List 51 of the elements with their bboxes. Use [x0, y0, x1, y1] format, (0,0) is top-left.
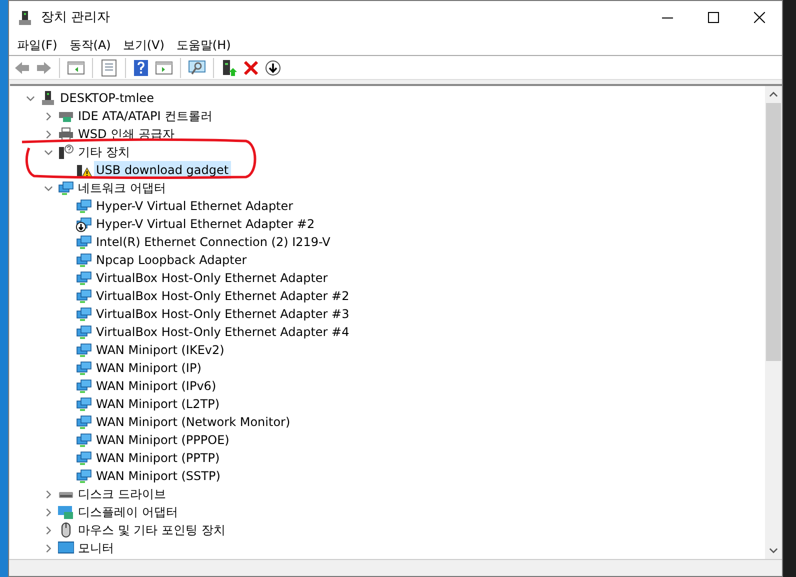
tree-item[interactable]: 디스크 드라이브 — [76, 485, 168, 503]
tree-item[interactable]: DESKTOP-tmlee — [58, 89, 156, 107]
menu-item[interactable]: 동작(A) — [63, 34, 117, 54]
tree-item[interactable]: Npcap Loopback Adapter — [94, 251, 249, 269]
expand-chevron-icon[interactable] — [44, 544, 52, 552]
tree-item[interactable]: VirtualBox Host-Only Ethernet Adapter #2 — [94, 287, 352, 305]
expand-chevron-icon[interactable] — [44, 526, 52, 534]
tree-item[interactable]: VirtualBox Host-Only Ethernet Adapter #3 — [94, 305, 352, 323]
tree-item[interactable]: 마우스 및 기타 포인팅 장치 — [76, 521, 228, 539]
collapse-chevron-icon[interactable] — [44, 148, 52, 156]
scrollbar-thumb[interactable] — [766, 103, 781, 361]
tree-item[interactable]: 디스플레이 어댑터 — [76, 503, 180, 521]
tree-item[interactable]: Intel(R) Ethernet Connection (2) I219-V — [94, 233, 332, 251]
monitor-icon — [58, 540, 74, 556]
printer-icon — [58, 126, 74, 142]
expand-chevron-icon[interactable] — [44, 112, 52, 120]
tree-item[interactable]: WAN Miniport (IKEv2) — [94, 341, 226, 359]
display-adapter-icon — [58, 504, 74, 520]
tree-item[interactable]: IDE ATA/ATAPI 컨트롤러 — [76, 107, 215, 125]
tree-item[interactable]: WAN Miniport (IP) — [94, 359, 204, 377]
tree-item[interactable]: WAN Miniport (L2TP) — [94, 395, 222, 413]
vertical-scrollbar[interactable] — [765, 86, 782, 559]
unknown-device-icon — [58, 144, 74, 160]
menu-item[interactable]: 파일(F) — [11, 34, 64, 54]
warning-device-icon — [76, 162, 92, 178]
tree-item[interactable]: 모니터 — [76, 539, 116, 557]
collapse-chevron-icon[interactable] — [26, 94, 34, 102]
tree-item[interactable]: 네트워크 어댑터 — [76, 179, 168, 197]
maximize-icon — [708, 12, 718, 23]
tree-item[interactable]: Hyper-V Virtual Ethernet Adapter — [94, 197, 296, 215]
scroll-down-icon[interactable] — [769, 546, 778, 555]
tree-item[interactable]: WAN Miniport (Network Monitor) — [94, 413, 292, 431]
expand-chevron-icon[interactable] — [44, 130, 52, 138]
tree-item[interactable]: WAN Miniport (IPv6) — [94, 377, 218, 395]
device-manager-icon — [17, 10, 33, 26]
tree-item[interactable]: 기타 장치 — [76, 143, 132, 161]
network-adapter-icon — [58, 180, 74, 196]
tree-item[interactable]: VirtualBox Host-Only Ethernet Adapter #4 — [94, 323, 352, 341]
expand-chevron-icon[interactable] — [44, 508, 52, 516]
tree-item[interactable]: WAN Miniport (SSTP) — [94, 467, 222, 485]
tree-item[interactable]: VirtualBox Host-Only Ethernet Adapter — [94, 269, 330, 287]
close-icon — [754, 12, 764, 23]
collapse-chevron-icon[interactable] — [44, 184, 52, 192]
expand-chevron-icon[interactable] — [44, 490, 52, 498]
window-title: 장치 관리자 — [41, 8, 110, 27]
tree-item[interactable]: WAN Miniport (PPTP) — [94, 449, 222, 467]
menu-item[interactable]: 도움말(H) — [170, 34, 237, 54]
tree-item[interactable]: WAN Miniport (PPPOE) — [94, 431, 232, 449]
scroll-up-icon[interactable] — [769, 90, 778, 99]
menu-item[interactable]: 보기(V) — [116, 34, 170, 54]
computer-icon — [40, 90, 56, 106]
